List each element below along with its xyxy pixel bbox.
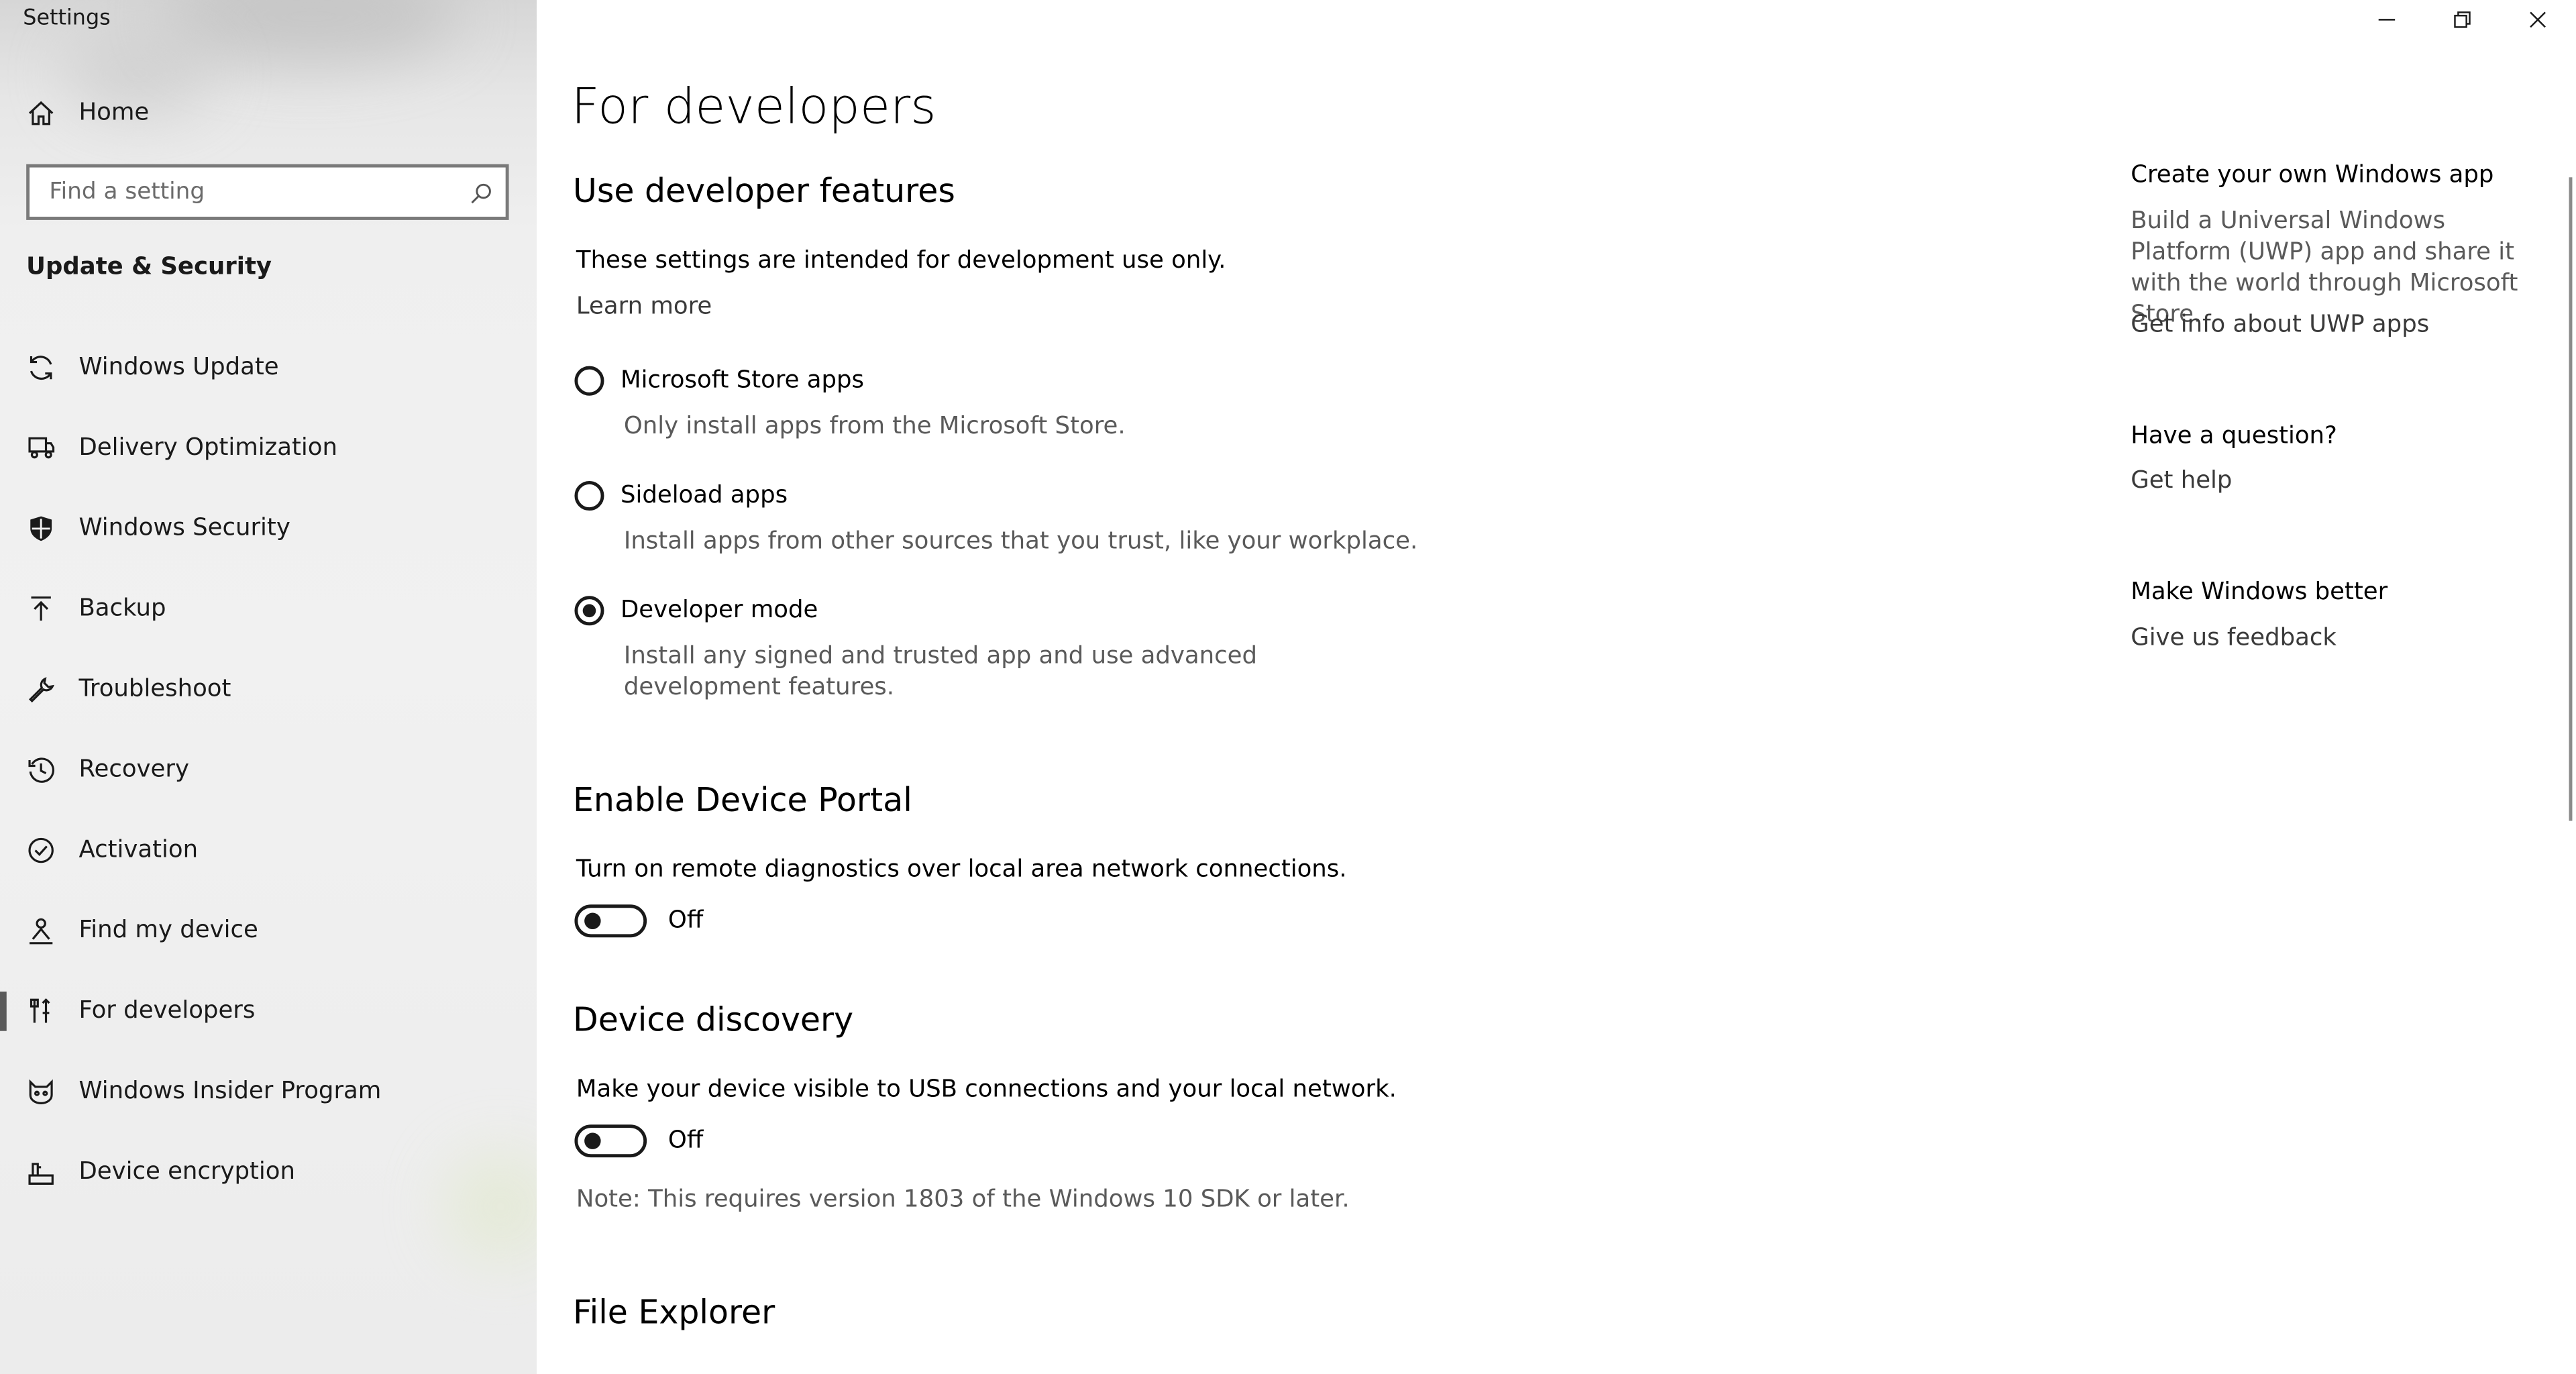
check-circle-icon	[26, 836, 56, 865]
sidebar-item-windows-update[interactable]: Windows Update	[0, 335, 537, 401]
search-icon[interactable]	[470, 180, 492, 204]
learn-more-link[interactable]: Learn more	[576, 294, 712, 320]
rail-heading-create-app: Create your own Windows app	[2131, 162, 2494, 189]
toggle-state-label: Off	[667, 1128, 704, 1155]
delivery-optimization-icon	[26, 433, 56, 463]
shield-icon	[26, 514, 56, 543]
settings-window: Settings Home Update & Security Windows …	[0, 0, 2576, 1374]
section-heading-use-developer-features: Use developer features	[573, 170, 955, 211]
radio-button[interactable]	[574, 366, 604, 396]
main-content: For developers Use developer features Th…	[537, 0, 2576, 1374]
device-discovery-toggle[interactable]	[574, 1124, 647, 1158]
close-button[interactable]	[2500, 0, 2576, 40]
radio-description: Install apps from other sources that you…	[623, 528, 1418, 556]
sidebar-item-windows-security[interactable]: Windows Security	[0, 496, 537, 562]
sidebar-item-label: Windows Update	[78, 354, 279, 381]
home-nav[interactable]: Home	[26, 95, 149, 131]
home-icon	[26, 99, 56, 128]
sidebar-item-for-developers[interactable]: For developers	[0, 978, 537, 1044]
sidebar-item-label: Device encryption	[78, 1159, 296, 1185]
uwp-info-link[interactable]: Get info about UWP apps	[2131, 312, 2429, 338]
sidebar-item-label: Troubleshoot	[78, 676, 231, 703]
radio-microsoft-store-apps[interactable]: Microsoft Store apps	[574, 366, 864, 396]
wrench-icon	[26, 675, 56, 704]
rail-heading-make-windows-better: Make Windows better	[2131, 579, 2388, 606]
sidebar-item-label: Delivery Optimization	[78, 435, 338, 462]
window-controls	[2349, 0, 2576, 40]
search-box[interactable]	[26, 164, 509, 220]
sidebar-item-device-encryption[interactable]: Device encryption	[0, 1139, 537, 1205]
device-portal-toggle-row[interactable]: Off	[574, 904, 704, 938]
radio-label: Microsoft Store apps	[620, 368, 865, 394]
sidebar-item-backup[interactable]: Backup	[0, 576, 537, 642]
sdk-note: Note: This requires version 1803 of the …	[576, 1187, 1350, 1214]
rail-heading-question: Have a question?	[2131, 423, 2337, 450]
sidebar-item-label: Activation	[78, 837, 199, 864]
device-discovery-description: Make your device visible to USB connecti…	[576, 1077, 1397, 1104]
use-dev-description: These settings are intended for developm…	[576, 248, 1226, 274]
toggle-state-label: Off	[667, 908, 704, 935]
device-portal-description: Turn on remote diagnostics over local ar…	[576, 857, 1347, 884]
device-discovery-toggle-row[interactable]: Off	[574, 1124, 704, 1158]
sidebar-item-label: Recovery	[78, 757, 189, 784]
sidebar-item-troubleshoot[interactable]: Troubleshoot	[0, 657, 537, 723]
sidebar-item-windows-insider-program[interactable]: Windows Insider Program	[0, 1059, 537, 1124]
acrylic-blur	[164, 0, 460, 66]
radio-description: Only install apps from the Microsoft Sto…	[623, 413, 1126, 440]
developer-tools-icon	[26, 996, 56, 1026]
upload-arrow-icon	[26, 594, 56, 624]
radio-button-checked[interactable]	[574, 596, 604, 626]
person-location-icon	[26, 916, 56, 945]
sidebar-item-label: Find my device	[78, 917, 258, 945]
app-title: Settings	[23, 6, 111, 32]
restore-icon	[2453, 4, 2472, 35]
restore-button[interactable]	[2424, 0, 2500, 40]
cat-face-icon	[26, 1077, 56, 1106]
minimize-icon	[2377, 4, 2396, 35]
close-icon	[2528, 4, 2547, 35]
section-heading-file-explorer: File Explorer	[573, 1291, 775, 1332]
get-help-link[interactable]: Get help	[2131, 468, 2232, 494]
radio-sideload-apps[interactable]: Sideload apps	[574, 480, 788, 511]
sidebar-item-label: For developers	[78, 998, 256, 1024]
section-heading-enable-device-portal: Enable Device Portal	[573, 780, 912, 820]
sidebar-item-delivery-optimization[interactable]: Delivery Optimization	[0, 415, 537, 481]
sidebar-item-label: Windows Security	[78, 515, 290, 542]
sidebar-item-label: Backup	[78, 596, 166, 623]
sidebar-item-activation[interactable]: Activation	[0, 818, 537, 884]
sidebar-item-find-my-device[interactable]: Find my device	[0, 898, 537, 964]
sync-icon	[26, 353, 56, 382]
feedback-link[interactable]: Give us feedback	[2131, 625, 2337, 651]
radio-label: Developer mode	[620, 597, 818, 624]
sidebar: Settings Home Update & Security Windows …	[0, 0, 537, 1374]
page-title: For developers	[571, 78, 936, 137]
sidebar-item-label: Windows Insider Program	[78, 1078, 382, 1105]
scrollbar[interactable]	[2569, 177, 2573, 821]
section-title: Update & Security	[26, 254, 272, 281]
section-heading-device-discovery: Device discovery	[573, 1000, 854, 1039]
radio-label: Sideload apps	[620, 482, 788, 509]
radio-developer-mode[interactable]: Developer mode	[574, 596, 818, 626]
sidebar-item-recovery[interactable]: Recovery	[0, 737, 537, 803]
radio-description: Install any signed and trusted app and u…	[623, 643, 1258, 701]
radio-button[interactable]	[574, 480, 604, 511]
home-label: Home	[78, 100, 150, 127]
search-input[interactable]	[46, 177, 447, 207]
device-portal-toggle[interactable]	[574, 904, 647, 938]
minimize-button[interactable]	[2349, 0, 2425, 40]
encryption-icon	[26, 1157, 56, 1187]
history-icon	[26, 755, 56, 785]
